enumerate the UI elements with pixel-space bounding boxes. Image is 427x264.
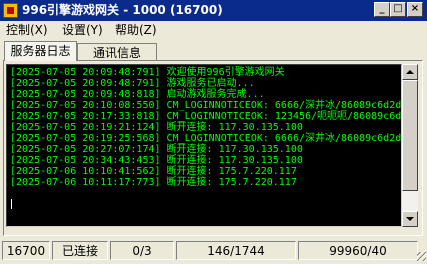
log-line: [2025-07-05 20:34:43:453] 断开连接: 117.30.1… xyxy=(10,155,303,166)
status-traffic: 99960/40 xyxy=(298,241,418,260)
app-icon xyxy=(3,3,18,18)
maximize-button[interactable]: □ xyxy=(390,2,406,17)
log-line: [2025-07-05 20:10:08:550] CM_LOGINNOTICE… xyxy=(10,100,402,111)
status-connection: 已连接 xyxy=(52,241,108,260)
log-line: [2025-07-05 20:17:33:818] CM_LOGINNOTICE… xyxy=(10,111,402,122)
status-count: 0/3 xyxy=(110,241,174,260)
log-line: [2025-07-05 20:09:48:791] 游戏服务已启动... xyxy=(10,78,255,89)
status-port: 16700 xyxy=(2,241,50,260)
menu-settings[interactable]: 设置(Y) xyxy=(62,22,103,38)
close-button[interactable]: × xyxy=(407,2,423,17)
resize-grip-icon[interactable] xyxy=(417,252,426,261)
tab-comm-info[interactable]: 通讯信息 xyxy=(77,43,157,61)
log-line: [2025-07-05 20:19:21:124] 断开连接: 117.30.1… xyxy=(10,122,303,133)
menu-control[interactable]: 控制(X) xyxy=(6,22,48,38)
menu-bar: 控制(X) 设置(Y) 帮助(Z) xyxy=(0,21,427,39)
arrow-up-icon xyxy=(406,70,414,74)
status-memory: 146/1744 xyxy=(176,241,296,260)
scroll-thumb[interactable] xyxy=(402,80,418,191)
status-bar: 16700 已连接 0/3 146/1744 99960/40 xyxy=(0,239,427,264)
log-view[interactable]: [2025-07-05 20:09:48:791] 欢迎使用996引擎游戏网关 … xyxy=(6,64,402,227)
gateway-window: 996引擎游戏网关 - 1000 (16700) _ □ × 控制(X) 设置(… xyxy=(0,0,427,264)
scroll-down-button[interactable] xyxy=(402,211,418,227)
window-title: 996引擎游戏网关 - 1000 (16700) xyxy=(22,3,223,17)
log-line: [2025-07-05 20:09:48:791] 欢迎使用996引擎游戏网关 xyxy=(10,67,285,78)
log-line: [2025-07-05 20:27:07:174] 断开连接: 117.30.1… xyxy=(10,144,303,155)
menu-help[interactable]: 帮助(Z) xyxy=(115,22,157,38)
title-bar[interactable]: 996引擎游戏网关 - 1000 (16700) _ □ × xyxy=(0,0,427,21)
log-line: [2025-07-06 10:11:17:773] 断开连接: 175.7.22… xyxy=(10,177,297,188)
log-line: [2025-07-06 10:10:41:562] 断开连接: 175.7.22… xyxy=(10,166,297,177)
tab-server-log[interactable]: 服务器日志 xyxy=(4,41,77,61)
text-caret xyxy=(11,199,12,209)
scroll-up-button[interactable] xyxy=(402,64,418,80)
arrow-down-icon xyxy=(406,217,414,221)
minimize-button[interactable]: _ xyxy=(374,2,390,17)
log-line: [2025-07-05 20:19:25:568] CM_LOGINNOTICE… xyxy=(10,133,402,144)
log-line: [2025-07-05 20:09:48:818] 启动游戏服务完成... xyxy=(10,89,265,100)
vertical-scrollbar[interactable] xyxy=(402,64,418,227)
